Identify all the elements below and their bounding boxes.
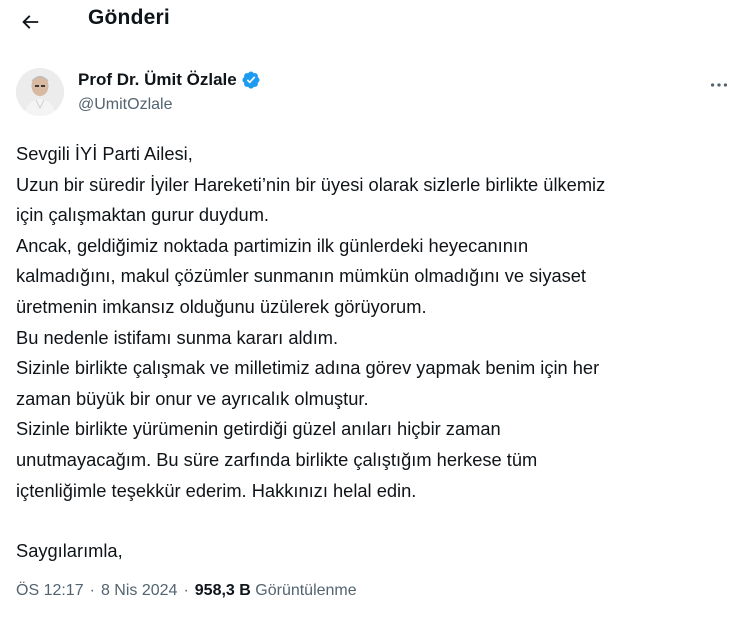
tweet-line: unutmayacağım. Bu süre zarfında birlikte… xyxy=(16,448,538,470)
meta-separator: · xyxy=(89,582,95,599)
back-button[interactable] xyxy=(14,6,46,38)
tweet-closing: Saygılarımla, xyxy=(16,540,123,562)
tweet-meta: ÖS 12:17 · 8 Nis 2024 · 958,3 B Görüntülenme xyxy=(16,582,357,600)
tweet-line: Ancak, geldiğimiz noktada partimizin ilk… xyxy=(16,234,529,256)
tweet-paragraph-gap xyxy=(16,506,736,536)
tweet-line: kalmadığını, makul çözümler sunmanın müm… xyxy=(16,265,587,287)
views-count[interactable]: 958,3 B xyxy=(195,582,251,599)
tweet-date[interactable]: 8 Nis 2024 xyxy=(101,582,178,599)
arrow-left-icon xyxy=(22,15,39,29)
tweet-time[interactable]: ÖS 12:17 xyxy=(16,582,84,599)
page-header: Gönderi xyxy=(0,0,750,44)
tweet-line: Uzun bir süredir İyiler Hareketi’nin bir… xyxy=(16,173,606,195)
tweet-line: zaman büyük bir onur ve ayrıcalık olmuşt… xyxy=(16,387,369,409)
avatar[interactable] xyxy=(16,68,64,116)
tweet-line: üretmenin imkansız olduğunu üzülerek gör… xyxy=(16,295,427,317)
author-name-row: Prof Dr. Ümit Özlale xyxy=(78,70,261,90)
author-handle[interactable]: @UmitOzlale xyxy=(78,96,172,114)
tweet-line: içtenliğimle teşekkür ederim. Hakkınızı … xyxy=(16,479,417,501)
views-label: Görüntülenme xyxy=(255,582,357,599)
more-options-button[interactable] xyxy=(704,70,734,100)
tweet-text: Sevgili İYİ Parti Ailesi, Uzun bir süred… xyxy=(16,139,736,567)
verified-badge-icon xyxy=(242,71,260,89)
tweet-line: Sizinle birlikte çalışmak ve milletimiz … xyxy=(16,357,600,379)
author-display-name[interactable]: Prof Dr. Ümit Özlale xyxy=(78,70,237,90)
more-horizontal-icon xyxy=(710,83,728,87)
tweet-line: Sevgili İYİ Parti Ailesi, xyxy=(16,143,193,164)
tweet-author: Prof Dr. Ümit Özlale @UmitOzlale xyxy=(16,66,734,122)
avatar-image xyxy=(16,68,64,116)
meta-separator: · xyxy=(183,582,189,599)
tweet-line: için çalışmaktan gurur duydum. xyxy=(16,204,270,226)
tweet-line: Sizinle birlikte yürümenin getirdiği güz… xyxy=(16,418,501,440)
page-title: Gönderi xyxy=(88,6,170,29)
tweet-line: Bu nedenle istifamı sunma kararı aldım. xyxy=(16,326,339,348)
